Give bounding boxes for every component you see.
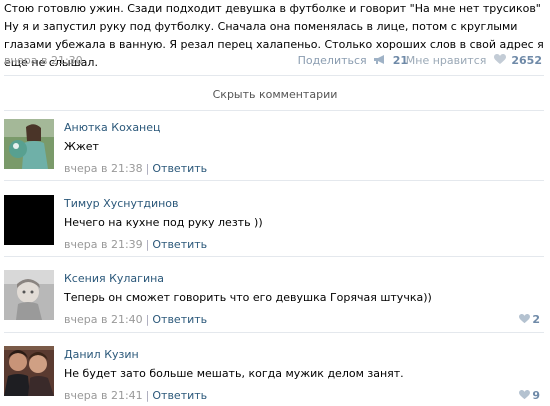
comment-time[interactable]: вчера в 21:39 <box>64 238 143 251</box>
comment-meta: вчера в 21:41 | Ответить <box>64 389 208 402</box>
like-label: Мне нравится <box>405 54 487 67</box>
comment-text: Нечего на кухне под руку лезть )) <box>64 216 263 229</box>
reply-link[interactable]: Ответить <box>152 313 207 326</box>
heart-icon <box>493 54 506 64</box>
comment-author[interactable]: Анютка Коханец <box>64 121 161 134</box>
comment-author[interactable]: Данил Кузин <box>64 348 139 361</box>
comment-time[interactable]: вчера в 21:38 <box>64 162 143 175</box>
comment-meta: вчера в 21:39 | Ответить <box>64 238 208 251</box>
avatar[interactable] <box>4 270 54 320</box>
reply-link[interactable]: Ответить <box>152 238 207 251</box>
comment-text: Не будет зато больше мешать, когда мужик… <box>64 367 404 380</box>
divider <box>4 180 544 181</box>
share-button[interactable]: Поделиться 21 <box>298 54 408 67</box>
comment-meta: вчера в 21:38 | Ответить <box>64 162 208 175</box>
divider <box>4 75 544 76</box>
divider <box>4 332 544 333</box>
avatar[interactable] <box>4 346 54 396</box>
comment-author[interactable]: Ксения Кулагина <box>64 272 164 285</box>
hide-comments-link[interactable]: Скрыть комментарии <box>0 88 550 101</box>
comment-time[interactable]: вчера в 21:41 <box>64 389 143 402</box>
megaphone-icon <box>374 55 385 64</box>
reply-link[interactable]: Ответить <box>152 389 207 402</box>
share-label: Поделиться <box>297 54 367 67</box>
comment-like-count: 9 <box>532 389 540 402</box>
post-time[interactable]: вчера в 21:30 <box>4 54 83 67</box>
divider <box>4 256 544 257</box>
heart-icon <box>519 314 531 324</box>
comment-time[interactable]: вчера в 21:40 <box>64 313 143 326</box>
like-count: 2652 <box>511 54 542 67</box>
comment-text: Жжет <box>64 140 99 153</box>
comment-like-button[interactable]: 9 <box>519 389 540 402</box>
like-button[interactable]: Мне нравится 2652 <box>406 54 542 67</box>
heart-icon <box>519 390 531 400</box>
comment-meta: вчера в 21:40 | Ответить <box>64 313 208 326</box>
comment-like-button[interactable]: 2 <box>519 313 540 326</box>
avatar[interactable] <box>4 119 54 169</box>
divider <box>4 110 544 111</box>
comment-text: Теперь он сможет говорить что его девушк… <box>64 291 432 304</box>
comment-like-count: 2 <box>532 313 540 326</box>
avatar[interactable] <box>4 195 54 245</box>
reply-link[interactable]: Ответить <box>152 162 207 175</box>
comment-author[interactable]: Тимур Хуснутдинов <box>64 197 179 210</box>
post-footer: вчера в 21:30 Поделиться 21 Мне нравится… <box>4 54 544 70</box>
